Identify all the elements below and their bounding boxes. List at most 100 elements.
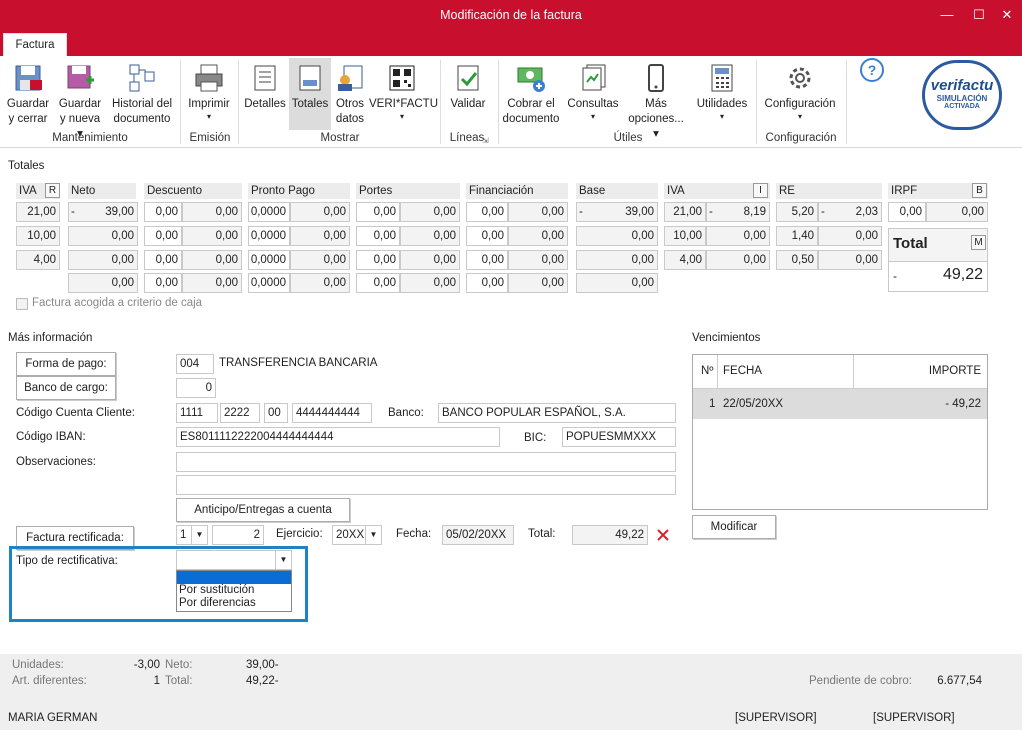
iban-input[interactable]: ES8011112222004444444444 — [176, 427, 500, 447]
save-new-button[interactable]: Guardar y nueva ▾ — [56, 58, 104, 142]
modificar-button[interactable]: Modificar — [692, 515, 776, 539]
calculator-icon — [711, 64, 733, 92]
verifactu-line1: SIMULACIÓN — [936, 94, 988, 103]
cc-oficina[interactable]: 2222 — [220, 403, 260, 423]
observaciones-input-2[interactable] — [176, 475, 676, 495]
m-toggle[interactable]: M — [971, 235, 986, 250]
close-button[interactable]: ✕ — [996, 5, 1018, 25]
chevron-down-icon[interactable]: ▼ — [275, 551, 291, 569]
header-financiacion: Financiación — [466, 183, 568, 199]
irpf-pct[interactable]: 0,00 — [888, 202, 926, 222]
row4-portes-pct[interactable]: 0,00 — [356, 273, 400, 293]
maximize-button[interactable]: ☐ — [968, 5, 990, 25]
row4-pronto-val: 0,00 — [290, 273, 350, 293]
forma-pago-code[interactable]: 004 — [176, 354, 214, 374]
details-button[interactable]: Detalles — [242, 58, 288, 112]
clear-x-icon[interactable] — [656, 528, 670, 542]
pendiente-value: 6.677,54 — [937, 675, 982, 687]
mas-info-label: Más información — [8, 332, 93, 344]
row1-re-pct: 5,20 — [776, 202, 818, 222]
chevron-down-icon[interactable]: ▼ — [365, 526, 381, 544]
total-box: Total M - 49,22 — [888, 228, 988, 292]
anticipo-button[interactable]: Anticipo/Entregas a cuenta — [176, 498, 350, 522]
row1-portes-pct[interactable]: 0,00 — [356, 202, 400, 222]
row1-pronto-pct[interactable]: 0,0000 — [248, 202, 290, 222]
row3-neto: 0,00 — [68, 250, 138, 270]
row2-pronto-pct[interactable]: 0,0000 — [248, 226, 290, 246]
row1-fin-pct[interactable]: 0,00 — [466, 202, 508, 222]
row2-re-val: 0,00 — [818, 226, 882, 246]
total-value-box: - 49,22 — [889, 261, 987, 291]
tab-factura[interactable]: Factura — [3, 33, 67, 56]
row1-portes-val: 0,00 — [400, 202, 460, 222]
row4-pronto-pct[interactable]: 0,0000 — [248, 273, 290, 293]
art-label: Art. diferentes: — [12, 675, 87, 687]
row3-fin-val: 0,00 — [508, 250, 568, 270]
bic-input[interactable]: POPUESMMXXX — [562, 427, 676, 447]
group-mostrar: Mostrar — [320, 132, 360, 144]
tipo-rectificativa-select[interactable]: ▼ — [176, 550, 292, 570]
history-button[interactable]: Historial del documento — [108, 58, 176, 127]
i-toggle[interactable]: I — [753, 183, 768, 198]
ejercicio-select[interactable]: 20XX ▼ — [332, 525, 382, 545]
banco-cargo-input[interactable]: 0 — [176, 378, 216, 398]
row4-descuento-pct[interactable]: 0,00 — [144, 273, 182, 293]
table-row[interactable]: 1 22/05/20XX - 49,22 — [693, 389, 987, 419]
row2-descuento-pct[interactable]: 0,00 — [144, 226, 182, 246]
b-toggle[interactable]: B — [972, 183, 987, 198]
row4-base: 0,00 — [576, 273, 658, 293]
totals-button[interactable]: Totales — [289, 58, 331, 130]
banco-input[interactable]: BANCO POPULAR ESPAÑOL, S.A. — [438, 403, 676, 423]
row4-fin-pct[interactable]: 0,00 — [466, 273, 508, 293]
other-data-button[interactable]: Otros datos — [333, 58, 367, 127]
ribbon-separator — [180, 60, 181, 144]
save-close-button[interactable]: Guardar y cerrar — [4, 58, 52, 127]
utilities-button[interactable]: Utilidades ▾ — [692, 58, 752, 121]
cc-dc[interactable]: 00 — [264, 403, 288, 423]
banco-cargo-button[interactable]: Banco de cargo: — [16, 376, 116, 400]
totals-icon — [299, 65, 321, 91]
collect-button[interactable]: Cobrar el documento — [500, 58, 562, 127]
verifactu-button[interactable]: VERI*FACTU ▾ — [369, 58, 438, 121]
more-options-button[interactable]: Más opciones... ▾ — [624, 58, 688, 142]
status-area: Unidades: -3,00 Neto: 39,00- Art. difere… — [0, 654, 1022, 730]
fecha-label: Fecha: — [396, 528, 432, 540]
row2-fin-pct[interactable]: 0,00 — [466, 226, 508, 246]
print-button[interactable]: Imprimir ▾ — [184, 58, 234, 121]
validate-button[interactable]: Validar — [446, 58, 490, 112]
cc-cuenta[interactable]: 4444444444 — [292, 403, 372, 423]
row2-iva-pct: 10,00 — [664, 226, 706, 246]
details-icon — [254, 65, 276, 91]
criterio-caja-checkbox[interactable] — [16, 298, 28, 310]
queries-button[interactable]: Consultas ▾ — [564, 58, 622, 121]
help-icon[interactable]: ? — [860, 58, 884, 82]
col-n: Nº — [701, 365, 714, 377]
row3-descuento-pct[interactable]: 0,00 — [144, 250, 182, 270]
forma-pago-button[interactable]: Forma de pago: — [16, 352, 116, 376]
row3-fin-pct[interactable]: 0,00 — [466, 250, 508, 270]
row3-portes-pct[interactable]: 0,00 — [356, 250, 400, 270]
observaciones-input-1[interactable] — [176, 452, 676, 472]
ribbon-tab-bar: Factura — [0, 32, 1022, 56]
user-name: MARIA GERMAN — [8, 712, 98, 724]
row1-descuento-pct[interactable]: 0,00 — [144, 202, 182, 222]
minimize-button[interactable]: — — [936, 5, 958, 25]
dropdown-option-sustitucion[interactable]: Por sustitución — [177, 584, 291, 597]
r-toggle[interactable]: R — [45, 183, 60, 198]
dropdown-option-diferencias[interactable]: Por diferencias — [177, 597, 291, 610]
cc-entidad[interactable]: 1111 — [176, 403, 218, 423]
dialog-launcher-icon[interactable]: ⇲ — [482, 136, 489, 145]
group-utiles: Útiles — [613, 132, 643, 144]
group-emision: Emisión — [189, 132, 231, 144]
fecha-input[interactable]: 05/02/20XX — [442, 525, 514, 545]
col-divider — [853, 355, 854, 389]
pendiente-label: Pendiente de cobro: — [809, 675, 912, 687]
total-label: Total — [893, 235, 928, 252]
row2-portes-pct[interactable]: 0,00 — [356, 226, 400, 246]
row3-pronto-pct[interactable]: 0,0000 — [248, 250, 290, 270]
dropdown-option-empty[interactable] — [177, 571, 291, 584]
rect-serie-select[interactable]: 1 ▼ — [176, 525, 208, 545]
configuration-button[interactable]: Configuración ▾ — [760, 58, 840, 121]
rect-num-input[interactable]: 2 — [212, 525, 264, 545]
chevron-down-icon[interactable]: ▼ — [191, 526, 207, 544]
